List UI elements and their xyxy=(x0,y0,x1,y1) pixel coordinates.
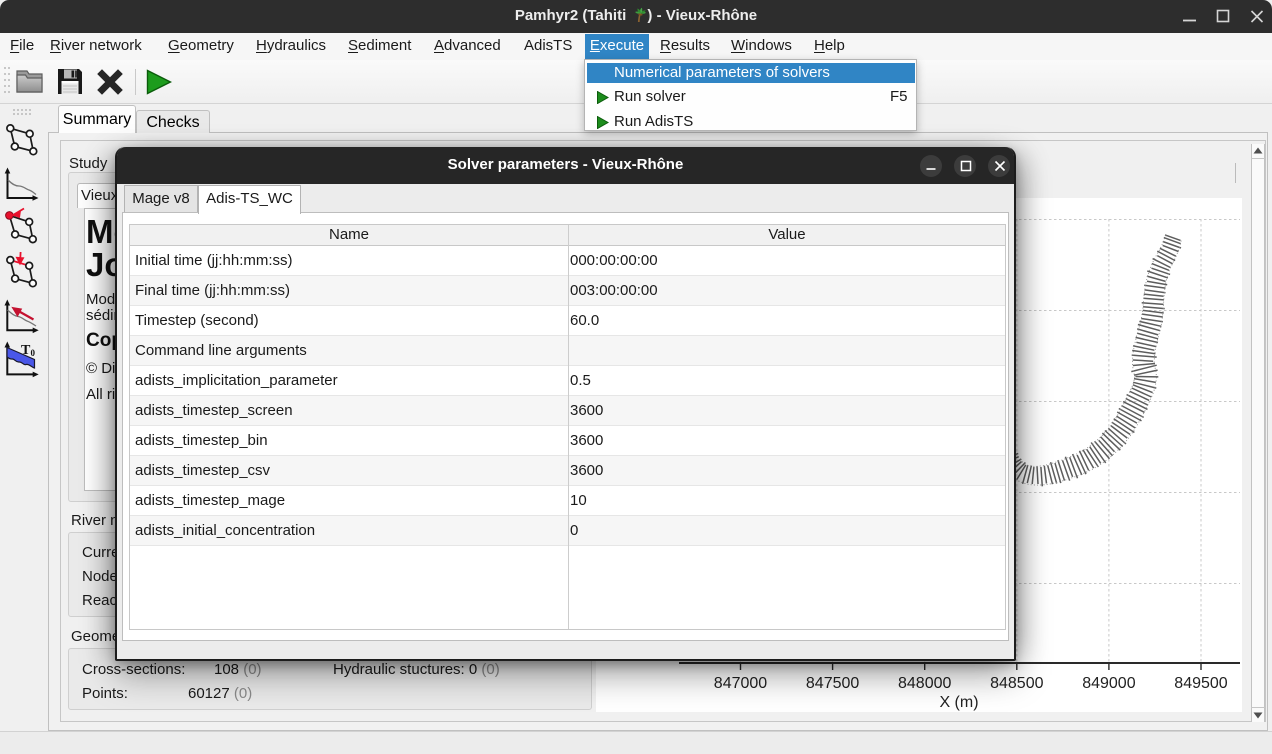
svg-text:847500: 847500 xyxy=(806,675,859,692)
svg-text:848500: 848500 xyxy=(990,675,1043,692)
svg-text:847000: 847000 xyxy=(714,675,767,692)
svg-text:T: T xyxy=(21,343,31,358)
svg-text:X (m): X (m) xyxy=(939,694,978,711)
svg-text:849500: 849500 xyxy=(1174,675,1227,692)
svg-text:849000: 849000 xyxy=(1082,675,1135,692)
svg-text:0: 0 xyxy=(31,348,36,358)
svg-text:848000: 848000 xyxy=(898,675,951,692)
